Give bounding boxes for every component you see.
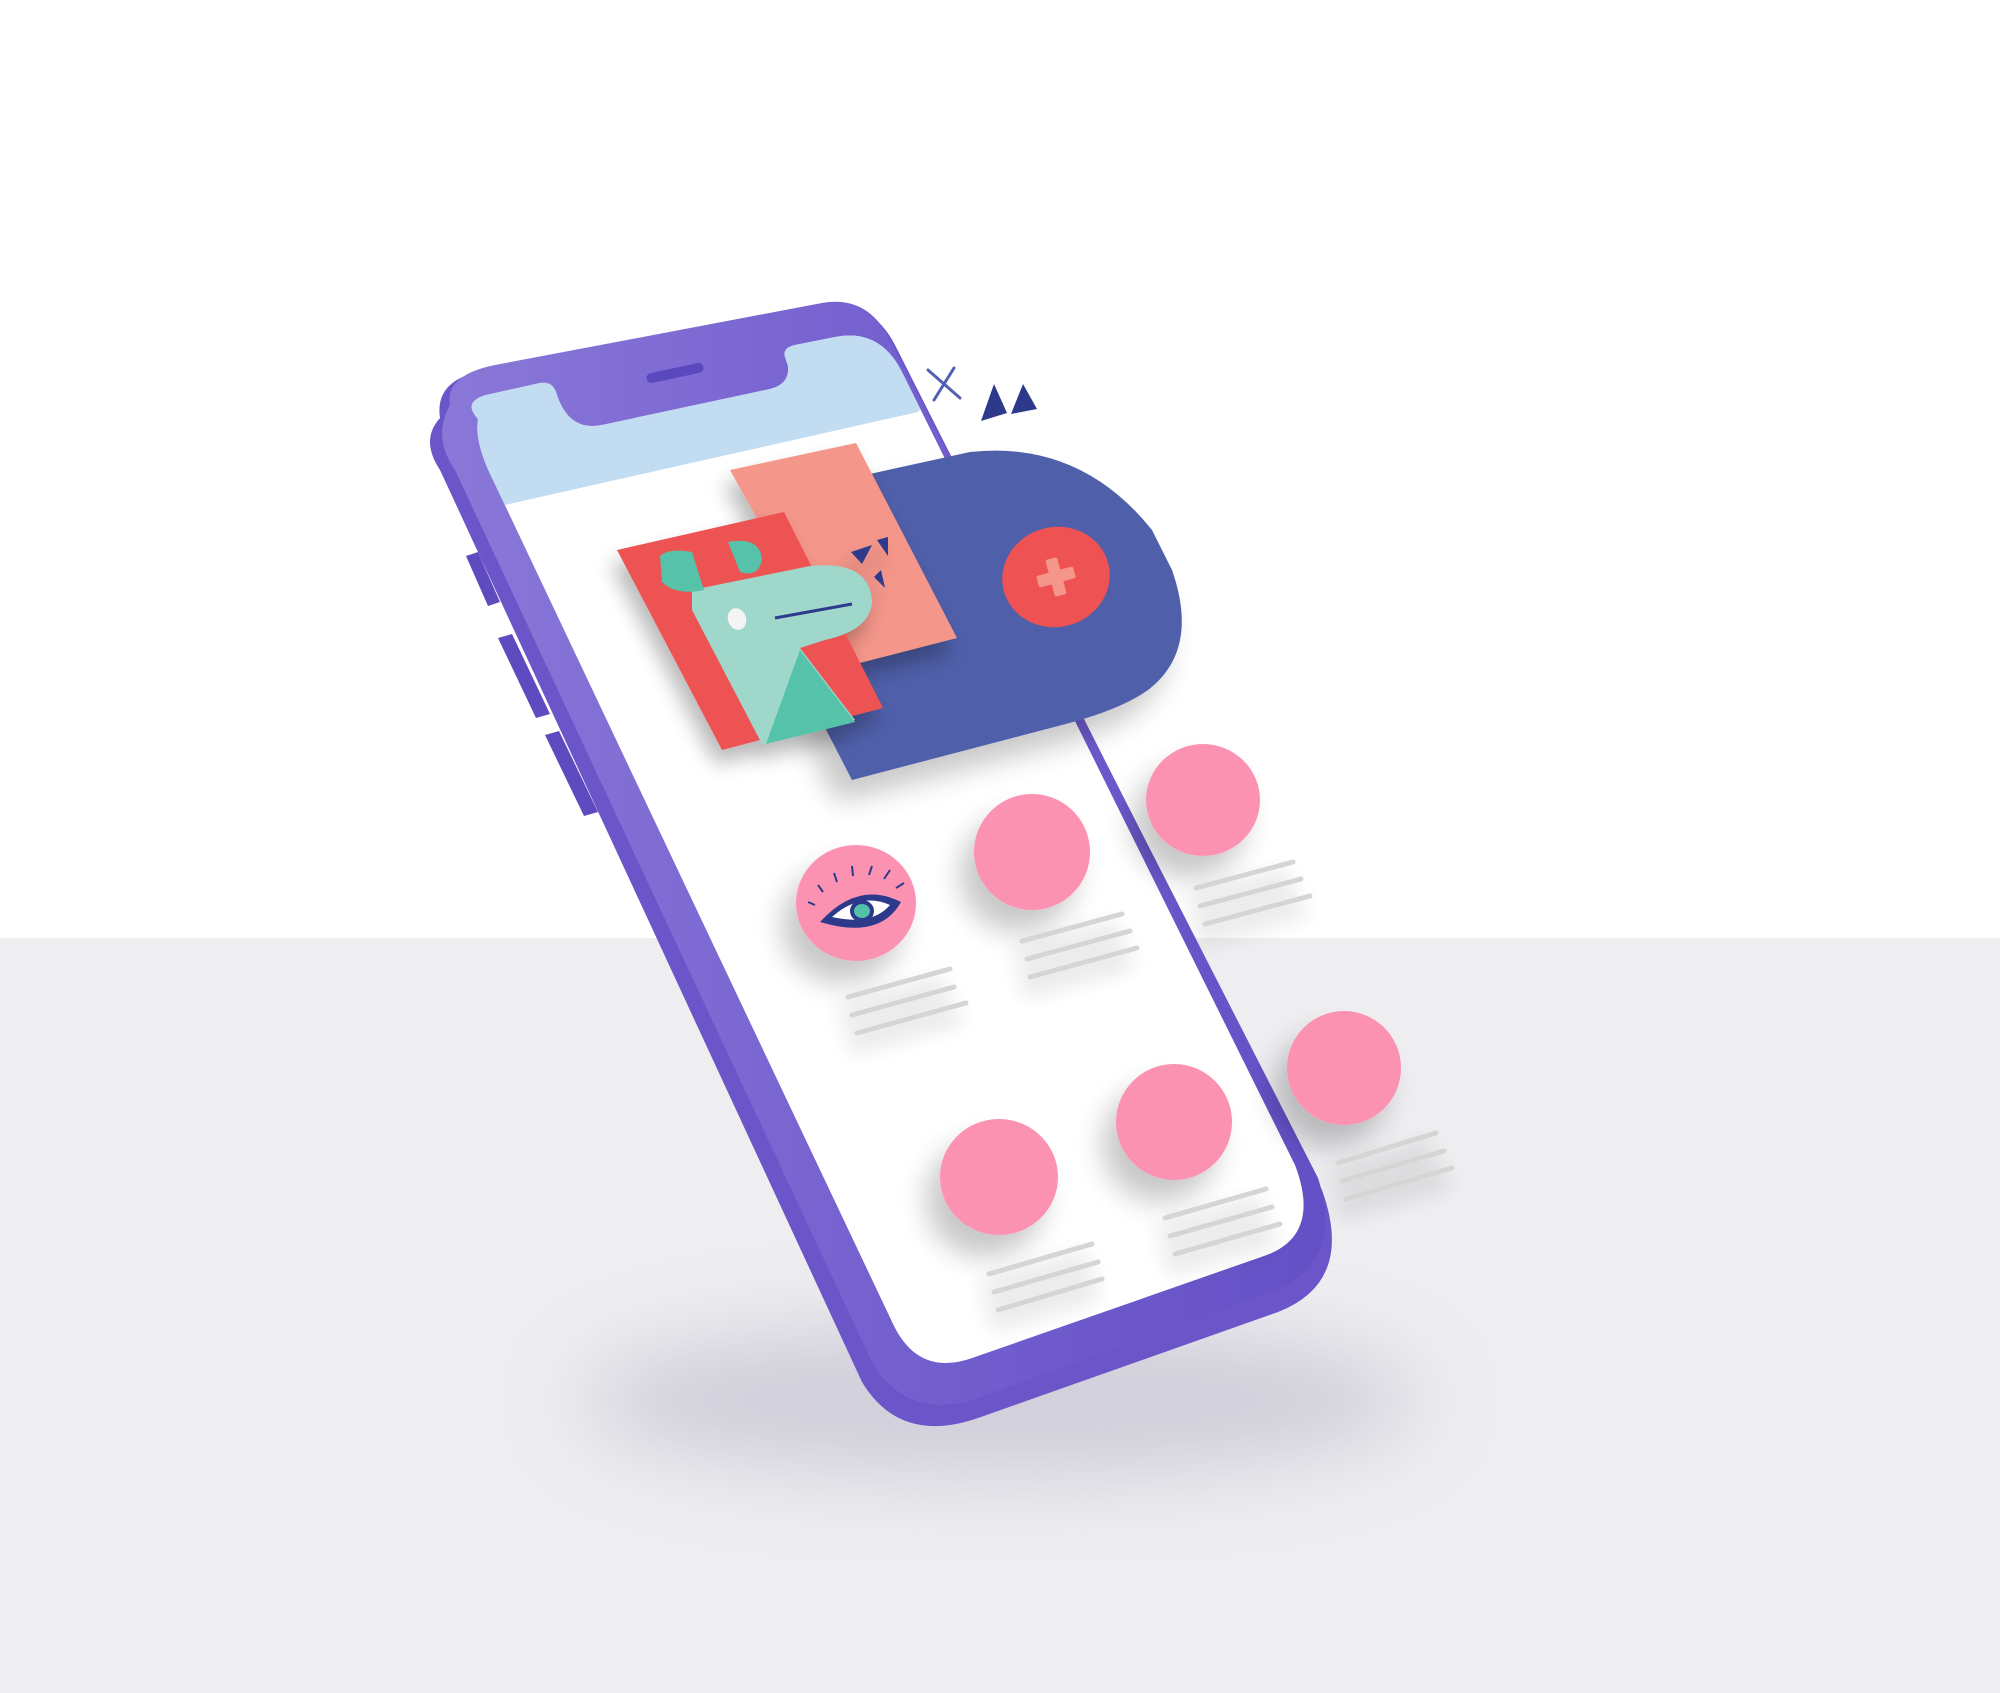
phone-app-illustration [0,0,2000,1693]
grid-item-1[interactable] [796,845,916,961]
grid-item-4[interactable] [940,1119,1058,1235]
grid-item-6[interactable] [1287,1011,1401,1125]
grid-item-3[interactable] [1146,744,1260,856]
avatar [974,794,1090,910]
grid-item-5[interactable] [1116,1064,1232,1180]
grid-item-2[interactable] [974,794,1090,910]
avatar [1287,1011,1401,1125]
avatar [1146,744,1260,856]
avatar [1116,1064,1232,1180]
avatar [940,1119,1058,1235]
